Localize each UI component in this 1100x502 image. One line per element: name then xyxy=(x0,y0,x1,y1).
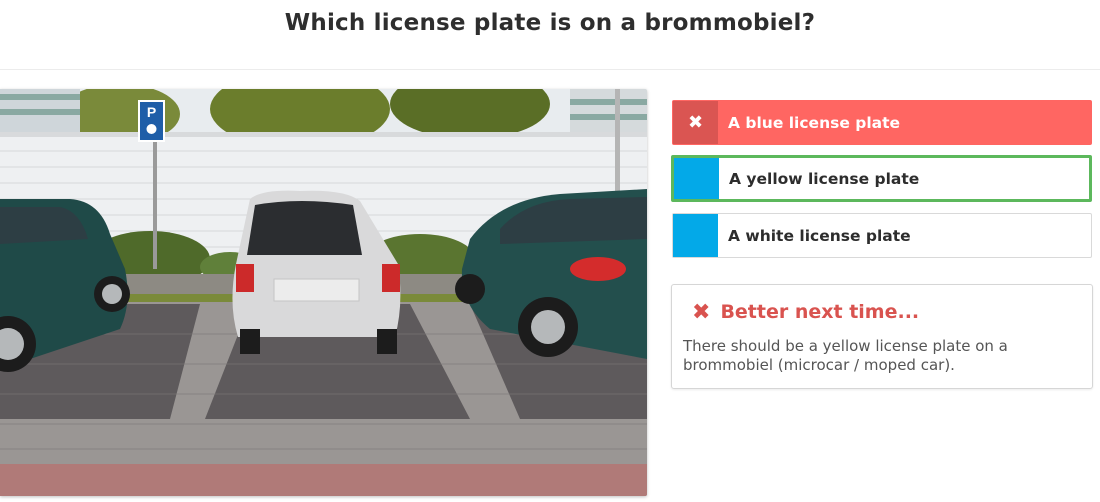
answer-label: A white license plate xyxy=(728,226,911,245)
cross-icon: ✖ xyxy=(673,101,718,144)
answer-marker xyxy=(673,214,718,257)
answer-white-plate[interactable]: A white license plate xyxy=(672,213,1092,258)
cross-icon: ✖ xyxy=(692,299,711,324)
page-header: Which license plate is on a brommobiel? xyxy=(0,0,1100,70)
answer-marker xyxy=(674,158,719,199)
answer-blue-plate[interactable]: ✖ A blue license plate xyxy=(672,100,1092,145)
feedback-panel: ✖ Better next time... There should be a … xyxy=(671,284,1093,389)
feedback-title: Better next time... xyxy=(720,301,920,323)
feedback-text: There should be a yellow license plate o… xyxy=(683,337,1008,374)
answer-label: A blue license plate xyxy=(728,113,901,132)
answer-yellow-plate[interactable]: A yellow license plate xyxy=(671,155,1092,202)
question-photo: P xyxy=(0,89,647,496)
page-title: Which license plate is on a brommobiel? xyxy=(284,10,816,36)
parking-sign-letter: P xyxy=(147,104,156,120)
answer-label: A yellow license plate xyxy=(729,169,920,188)
